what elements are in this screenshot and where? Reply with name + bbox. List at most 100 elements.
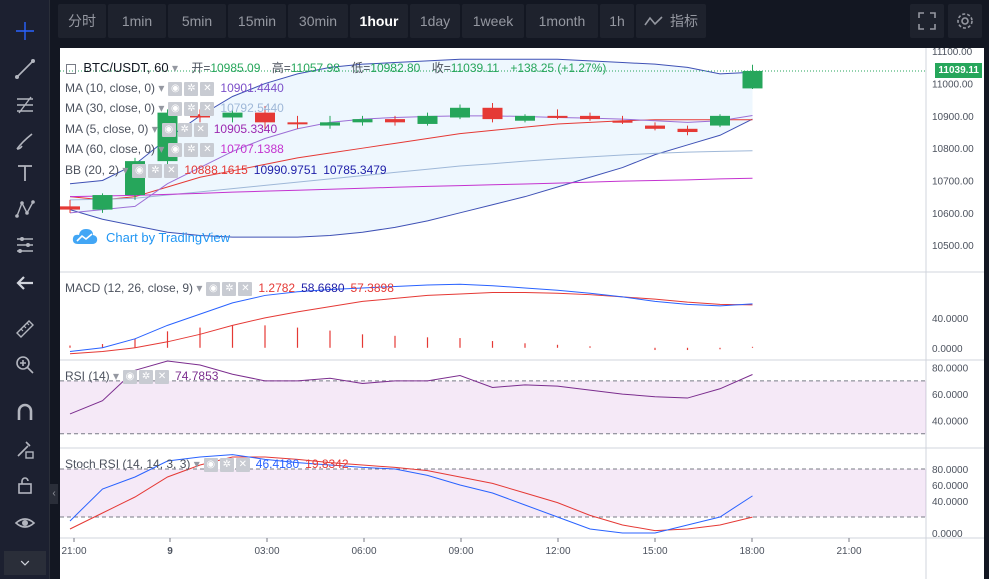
low-value: 10982.80	[370, 61, 421, 75]
symbol-header: BTC/USDT, 60 ▾ 开=10985.09 高=11057.98 低=1…	[66, 59, 606, 76]
indicator-controls: ◉ ✲ ✕	[168, 101, 215, 116]
timeframe-分时[interactable]: 分时	[58, 4, 106, 38]
eye-icon[interactable]: ◉	[168, 81, 183, 96]
low-label: 低=	[351, 61, 371, 75]
rsi-tick-label: 80.0000	[932, 364, 969, 375]
gear-icon[interactable]: ✲	[184, 101, 199, 116]
price-tick-label: 10900.00	[932, 112, 974, 123]
close-icon[interactable]: ✕	[235, 457, 250, 472]
crosshair-tool[interactable]	[10, 18, 40, 44]
zoom-in-tool[interactable]	[10, 352, 40, 378]
price-tick-label: 10800.00	[932, 144, 974, 155]
legend-ma60[interactable]: MA (60, close, 0) ▾ ◉ ✲ ✕ 10707.1388	[65, 142, 284, 157]
eye-icon[interactable]: ◉	[203, 457, 218, 472]
indicator-wave-icon	[644, 16, 663, 26]
fullscreen-button[interactable]	[910, 4, 944, 38]
chevron-down-icon[interactable]: ▾	[190, 457, 200, 471]
lock-drawing-tool[interactable]	[10, 436, 40, 462]
timeframe-5min[interactable]: 5min	[168, 4, 226, 38]
trading-app: 分时 1min 5min 15min 30min 1hour 1day 1week 1month…	[0, 0, 989, 579]
chevron-down-icon[interactable]: ▾	[155, 81, 164, 95]
legend-ma30[interactable]: MA (30, close, 0) ▾ ◉ ✲ ✕ 10792.5440	[65, 101, 284, 116]
timeframe-1hour[interactable]: 1hour	[350, 4, 408, 38]
eye-icon[interactable]: ◉	[168, 142, 183, 157]
eye-tool[interactable]	[10, 510, 40, 536]
candle-body	[645, 125, 665, 129]
legend-bb[interactable]: BB (20, 2) ▾ ◉ ✲ ✕ 10888.1615 10990.9751 10785…	[65, 163, 387, 178]
trendline-tool[interactable]	[10, 56, 40, 82]
collapse-toolbar-button[interactable]	[4, 551, 46, 575]
gear-icon[interactable]: ✲	[184, 142, 199, 157]
macd-signal-line	[69, 291, 753, 355]
close-icon[interactable]: ✕	[200, 101, 215, 116]
time-tick-label: 21:00	[836, 546, 861, 557]
crosshair-icon	[16, 22, 34, 40]
macd-tick-label: 40.0000	[932, 314, 969, 325]
legend-stoch-rsi[interactable]: Stoch RSI (14, 14, 3, 3) ▾ ◉ ✲ ✕ 46.4180 19.8…	[65, 457, 349, 472]
collapse-legend-icon[interactable]	[66, 63, 76, 74]
gear-icon[interactable]: ✲	[222, 281, 237, 296]
gear-icon[interactable]: ✲	[177, 122, 192, 137]
eye-icon[interactable]: ◉	[132, 163, 147, 178]
timeframe-1h[interactable]: 1h	[600, 4, 634, 38]
eye-icon[interactable]: ◉	[168, 101, 183, 116]
legend-macd[interactable]: MACD (12, 26, close, 9) ▾ ◉ ✲ ✕ 1.2782 58.668…	[65, 281, 394, 296]
arrow-back-tool[interactable]	[10, 270, 40, 296]
timeframe-1week[interactable]: 1week	[462, 4, 524, 38]
close-icon[interactable]: ✕	[155, 369, 170, 384]
chevron-down-icon[interactable]: ▾	[155, 101, 164, 115]
chevron-down-icon[interactable]: ▾	[172, 61, 178, 75]
close-icon[interactable]: ✕	[164, 163, 179, 178]
lock-tool[interactable]	[10, 472, 40, 498]
gear-icon[interactable]: ✲	[148, 163, 163, 178]
pattern-tool[interactable]	[10, 196, 40, 222]
indicators-button[interactable]: 指标	[636, 4, 706, 38]
time-tick-label: 18:00	[739, 546, 764, 557]
symbol-label[interactable]: BTC/USDT, 60	[83, 60, 168, 75]
close-icon[interactable]: ✕	[238, 281, 253, 296]
settings-button[interactable]	[948, 4, 982, 38]
tradingview-brand[interactable]: Chart by TradingView	[72, 228, 230, 246]
prediction-tool[interactable]	[10, 232, 40, 258]
chevron-down-icon[interactable]: ▾	[155, 142, 164, 156]
chevron-down-icon[interactable]: ▾	[193, 281, 202, 295]
legend-rsi[interactable]: RSI (14) ▾ ◉ ✲ ✕ 74.7853	[65, 369, 218, 384]
legend-ma5[interactable]: MA (5, close, 0) ▾ ◉ ✲ ✕ 10905.3340	[65, 122, 277, 137]
indicator-label: Stoch RSI (14, 14, 3, 3)	[65, 457, 191, 471]
brush-tool[interactable]	[10, 128, 40, 154]
chevron-down-icon[interactable]: ▾	[110, 369, 119, 383]
timeframe-15min[interactable]: 15min	[228, 4, 286, 38]
chart-area[interactable]: 11100.00 11000.00 10900.00 10800.00 10700.00…	[60, 48, 984, 579]
indicator-controls: ◉ ✲ ✕	[132, 163, 179, 178]
indicator-value: 10785.3479	[323, 163, 387, 177]
eye-icon[interactable]: ◉	[161, 122, 176, 137]
timeframe-30min[interactable]: 30min	[288, 4, 348, 38]
fib-tool[interactable]	[10, 92, 40, 118]
indicators-label: 指标	[670, 13, 698, 29]
chevron-down-icon	[20, 560, 30, 566]
indicator-value: 58.6680	[301, 281, 345, 295]
chevron-down-icon[interactable]: ▾	[148, 122, 158, 136]
gear-icon[interactable]: ✲	[184, 81, 199, 96]
price-tick-label: 10700.00	[932, 177, 974, 188]
hide-toolbar-handle[interactable]: ‹	[50, 484, 58, 504]
eye-icon[interactable]: ◉	[206, 281, 221, 296]
magnet-tool[interactable]	[10, 400, 40, 426]
timeframe-1min[interactable]: 1min	[108, 4, 166, 38]
chevron-down-icon[interactable]: ▾	[119, 163, 128, 177]
close-icon[interactable]: ✕	[193, 122, 208, 137]
gear-icon[interactable]: ✲	[139, 369, 154, 384]
time-tick-label: 12:00	[545, 546, 570, 557]
text-tool[interactable]	[10, 160, 40, 186]
timeframe-1day[interactable]: 1day	[410, 4, 460, 38]
indicator-value: 10888.1615	[184, 163, 248, 177]
close-icon[interactable]: ✕	[200, 142, 215, 157]
indicator-value: 57.3898	[350, 281, 394, 295]
gear-icon[interactable]: ✲	[219, 457, 234, 472]
timeframe-1month[interactable]: 1month	[526, 4, 598, 38]
eye-icon[interactable]: ◉	[123, 369, 138, 384]
candle-body	[417, 115, 438, 124]
ruler-tool[interactable]	[10, 316, 40, 342]
legend-ma10[interactable]: MA (10, close, 0) ▾ ◉ ✲ ✕ 10901.4440	[65, 81, 284, 96]
close-icon[interactable]: ✕	[200, 81, 215, 96]
